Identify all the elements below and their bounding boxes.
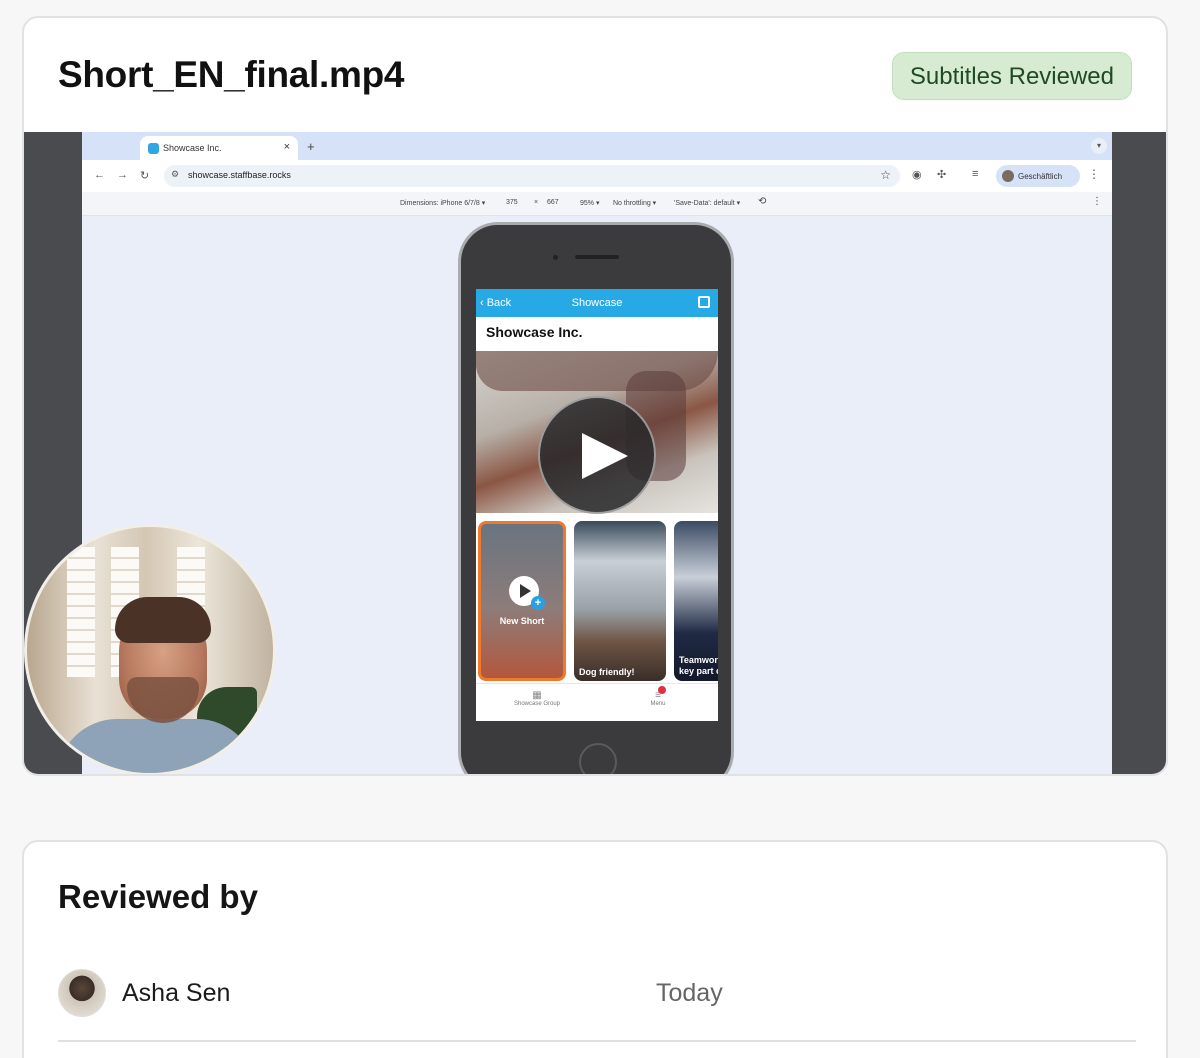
shorts-row: + New Short Dog friendly! Teamwor key pa…: [476, 521, 718, 683]
close-icon: ×: [283, 141, 290, 153]
back-arrow-icon: ←: [94, 169, 105, 181]
presenter-webcam-bubble: [24, 524, 276, 774]
browser-tab: Showcase Inc. ×: [140, 136, 298, 160]
short-label: New Short: [499, 616, 545, 626]
profile-label: Geschäftlich: [1018, 172, 1063, 181]
dimension-separator: ×: [534, 199, 539, 206]
video-card: Short_EN_final.mp4 Subtitles Reviewed Sh…: [22, 16, 1168, 776]
short-card-new: + New Short: [478, 521, 566, 681]
video-card-header: Short_EN_final.mp4 Subtitles Reviewed: [24, 18, 1166, 132]
address-bar: ⚙ showcase.staffbase.rocks ☆: [164, 165, 900, 187]
app-bottom-nav: ▦ Showcase Group ≡ Menu: [476, 683, 718, 721]
profile-avatar: [1002, 170, 1014, 182]
puzzle-icon: ✣: [937, 169, 947, 181]
reload-icon: ↻: [140, 170, 150, 182]
app-header: ‹ Back Showcase: [476, 289, 718, 317]
short-card-team: Teamwor key part o: [674, 521, 718, 681]
avatar: [58, 969, 106, 1017]
phone-home-button: [579, 743, 617, 774]
address-url: showcase.staffbase.rocks: [188, 170, 291, 180]
reviewed-by-heading: Reviewed by: [58, 878, 258, 915]
phone-speaker: [575, 255, 619, 259]
nav-label: Menu: [650, 701, 666, 707]
building-icon: ▦: [532, 690, 542, 701]
chevron-down-icon: ▾: [1091, 138, 1107, 154]
profile-chip: Geschäftlich: [996, 165, 1080, 187]
browser-tabbar: Showcase Inc. × + ▾: [82, 132, 1112, 160]
device-toolbar: Dimensions: iPhone 6/7/8 ▾ 375 × 667 95%…: [82, 192, 1112, 216]
nav-item-showcase-group: ▦ Showcase Group: [508, 690, 566, 707]
forward-arrow-icon: →: [117, 169, 128, 181]
device-width: 375: [506, 199, 518, 206]
presenter-beard: [127, 677, 199, 723]
review-card: Reviewed by Asha Sen Today: [22, 840, 1168, 1058]
plus-icon: +: [531, 596, 545, 610]
presenter-shirt: [57, 719, 257, 773]
site-settings-icon: ⚙: [171, 169, 180, 179]
short-label: Teamwor key part o: [679, 655, 718, 676]
nav-label: Showcase Group: [513, 701, 561, 707]
devtools-menu-icon: ⋮: [1092, 196, 1102, 207]
browser-address-row: ← → ↻ ⚙ showcase.staffbase.rocks ☆ ◉ ✣ ≡…: [82, 160, 1112, 192]
throttling-select: No throttling ▾: [613, 200, 657, 207]
device-dimensions: Dimensions: iPhone 6/7/8 ▾: [400, 200, 486, 207]
file-title: Short_EN_final.mp4: [58, 54, 405, 95]
compose-icon: [698, 296, 710, 308]
notification-badge: [658, 686, 666, 694]
app-page-heading: Showcase Inc.: [486, 324, 583, 340]
window-blinds: [67, 547, 95, 677]
cast-icon: ≡: [972, 168, 979, 180]
extension-icon: ◉: [912, 169, 922, 181]
zoom-select: 95% ▾: [580, 200, 600, 207]
browser-menu-icon: ⋮: [1088, 167, 1100, 181]
device-height: 667: [547, 199, 559, 206]
play-button[interactable]: [538, 396, 656, 514]
video-player[interactable]: Showcase Inc. × + ▾ ← → ↻ ⚙ showcase.sta…: [24, 132, 1166, 774]
phone-camera: [553, 255, 558, 260]
rotate-icon: ⟲: [758, 196, 767, 207]
play-icon: [582, 433, 628, 479]
new-tab-icon: +: [307, 139, 315, 154]
favicon-icon: [148, 143, 159, 154]
tab-title: Showcase Inc.: [163, 143, 222, 153]
reviewer-name: Asha Sen: [122, 979, 231, 1007]
short-card-dog: Dog friendly!: [574, 521, 666, 681]
status-badge: Subtitles Reviewed: [891, 52, 1132, 100]
review-date: Today: [656, 979, 723, 1007]
app-header-title: Showcase: [571, 297, 623, 309]
presenter-hair: [115, 597, 211, 643]
save-data-select: 'Save-Data': default ▾: [674, 200, 741, 207]
short-label: Dog friendly!: [579, 667, 635, 677]
reviewer-row: Asha Sen Today: [58, 966, 1136, 1042]
star-icon: ☆: [880, 168, 891, 182]
